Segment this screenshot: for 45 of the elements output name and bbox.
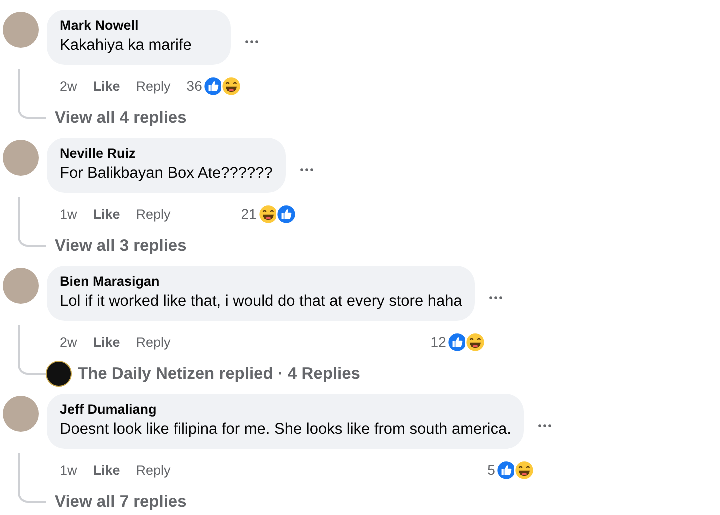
more-options-icon[interactable] (538, 424, 552, 428)
like-link[interactable]: Like (93, 334, 120, 350)
timestamp[interactable]: 2w (60, 78, 78, 94)
more-options-icon[interactable] (245, 40, 260, 44)
view-replies-link[interactable]: View all 3 replies (55, 236, 187, 256)
comment-text: Kakahiya ka marife (60, 36, 193, 56)
reply-link[interactable]: Reply (136, 462, 171, 478)
laughing-emoji-icon (258, 204, 279, 224)
reaction-count[interactable]: 36 (186, 78, 202, 94)
thumbs-up-icon (276, 204, 297, 224)
reaction-count[interactable]: 21 (241, 206, 257, 222)
thumbs-up-icon (203, 76, 224, 96)
comment-text: Doesnt look like filipina for me. She looks like from south america. (60, 420, 512, 440)
more-options-icon[interactable] (489, 296, 504, 300)
timestamp[interactable]: 2w (60, 334, 78, 350)
reaction-count[interactable]: 12 (430, 334, 446, 350)
thread-line (18, 197, 46, 247)
like-link[interactable]: Like (93, 206, 120, 222)
thread-line (18, 453, 46, 503)
like-link[interactable]: Like (93, 462, 120, 478)
thumbs-up-icon (496, 460, 518, 480)
timestamp[interactable]: 1w (60, 206, 78, 222)
reaction-count[interactable]: 5 (488, 462, 496, 478)
comment-text: For Balikbayan Box Ate?????? (60, 164, 273, 184)
comment-text: Lol if it worked like that, i would do that at every store haha (60, 292, 462, 312)
thread-line (18, 325, 46, 375)
author-name[interactable]: Mark Nowell (60, 17, 218, 35)
author-name[interactable]: Neville Ruiz (60, 145, 273, 163)
laughing-emoji-icon (514, 460, 536, 480)
laughing-emoji-icon (465, 332, 486, 352)
reply-link[interactable]: Reply (136, 78, 171, 94)
author-name[interactable]: Jeff Dumaliang (60, 401, 512, 419)
laughing-emoji-icon (221, 76, 242, 96)
view-replies-link[interactable]: View all 7 replies (55, 492, 187, 512)
thumbs-up-icon (447, 332, 468, 352)
reply-link[interactable]: Reply (136, 206, 171, 222)
like-link[interactable]: Like (93, 78, 120, 94)
reply-link[interactable]: Reply (136, 334, 171, 350)
thread-line (18, 69, 46, 119)
more-options-icon[interactable] (300, 168, 314, 172)
view-replies-link[interactable]: The Daily Netizen replied · 4 Replies (78, 364, 360, 384)
author-name[interactable]: Bien Marasigan (60, 273, 462, 291)
timestamp[interactable]: 1w (60, 462, 78, 478)
view-replies-link[interactable]: View all 4 replies (55, 108, 187, 128)
page-logo (46, 361, 72, 387)
